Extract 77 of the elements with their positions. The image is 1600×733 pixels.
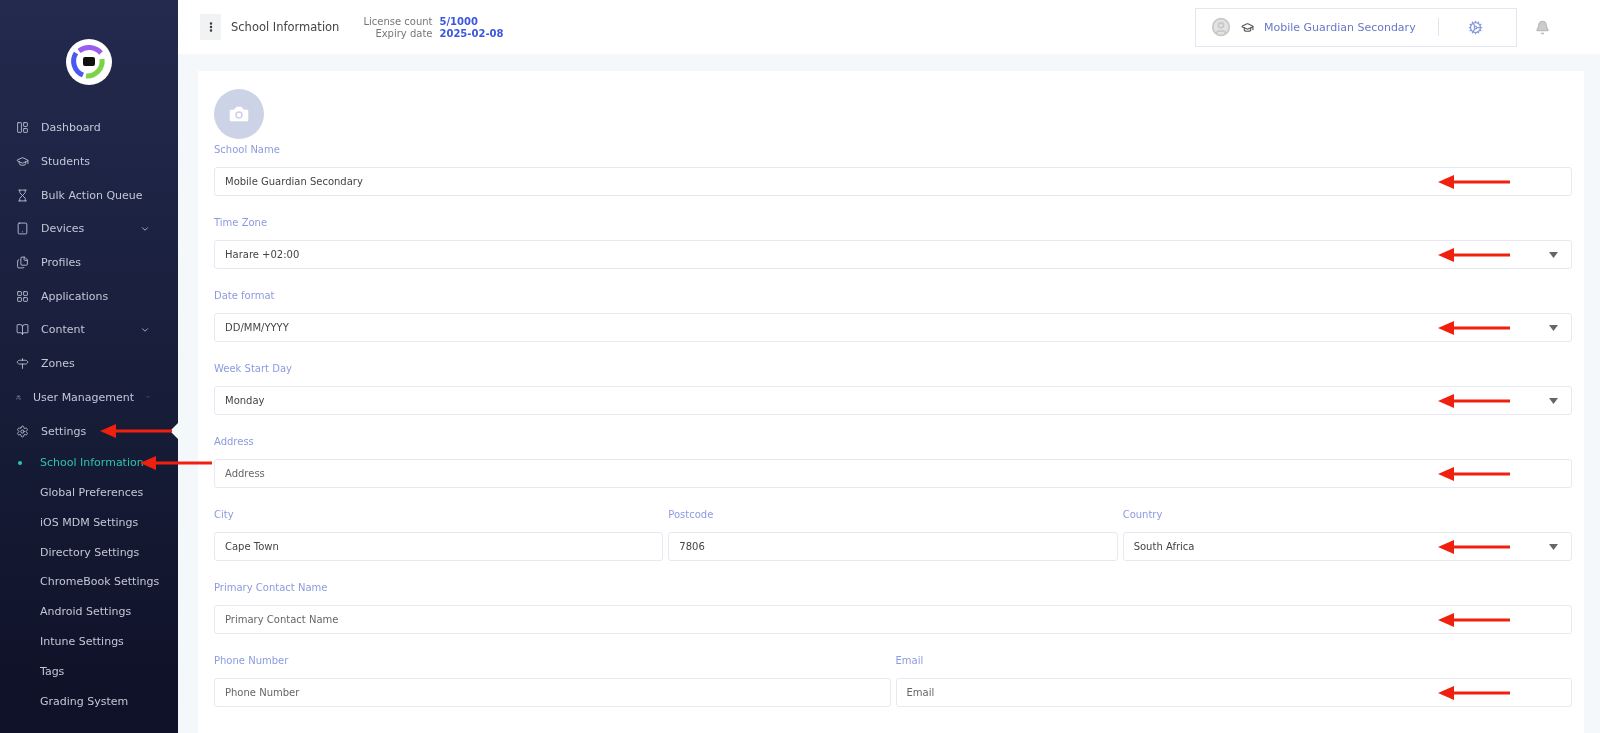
field-label: Primary Contact Name (214, 581, 329, 595)
sidebar-subitem[interactable]: Tags (0, 656, 178, 687)
graduation-cap-icon (16, 155, 29, 169)
field-label: Date format (214, 289, 276, 303)
field-label: Postcode (668, 508, 715, 522)
hourglass-icon (16, 188, 29, 202)
input-field[interactable]: Email (895, 678, 1572, 707)
dropdown-caret-icon (1549, 251, 1558, 258)
input-field[interactable]: Cape Town (214, 532, 664, 561)
school-name: Mobile Guardian Secondary (1264, 20, 1416, 34)
license-value: 5/1000 (439, 15, 479, 27)
field-label: Week Start Day (214, 362, 293, 376)
field-label: City (214, 508, 235, 522)
license-label: License count (363, 15, 433, 27)
field-label: Address (214, 435, 255, 449)
menu-button[interactable] (200, 14, 221, 40)
arrow-annotation (1438, 540, 1510, 554)
school-switcher[interactable]: Mobile Guardian Secondary (1195, 7, 1517, 47)
field-label: Time Zone (214, 216, 269, 230)
active-dot-icon (18, 460, 22, 465)
page-title: School Information (231, 20, 340, 34)
arrow-annotation (1438, 248, 1510, 262)
layout-icon (16, 121, 29, 135)
arrow-annotation (1438, 394, 1510, 408)
tablet-icon (16, 222, 29, 236)
arrow-annotation (1438, 467, 1510, 481)
arrow-annotation (1438, 613, 1510, 627)
dropdown-caret-icon (1549, 324, 1558, 331)
input-field[interactable]: Mobile Guardian Secondary (214, 167, 1572, 196)
sidebar-item[interactable]: User Management (0, 380, 178, 415)
field-label: Country (1122, 508, 1164, 522)
signpost-icon (16, 357, 29, 371)
input-field[interactable]: Address (214, 459, 1572, 488)
sidebar-subitem[interactable]: Global Preferences (0, 477, 178, 508)
sidebar-subitem[interactable]: Android Settings (0, 596, 178, 627)
sidebar-item[interactable]: Profiles (0, 245, 178, 280)
documents-icon (16, 256, 29, 270)
select-field[interactable]: South Africa (1122, 532, 1572, 561)
arrow-annotation (1438, 321, 1510, 335)
dropdown-caret-icon (1549, 397, 1558, 404)
user-settings-icon[interactable] (1467, 19, 1483, 35)
sidebar-item[interactable]: Devices (0, 212, 178, 246)
dropdown-caret-icon (1549, 543, 1558, 550)
sidebar-subitem[interactable]: ChromeBook Settings (0, 567, 178, 597)
sidebar-subitem[interactable]: iOS MDM Settings (0, 507, 178, 538)
sidebar-subitem[interactable]: Directory Settings (0, 537, 178, 568)
sidebar-item[interactable]: Students (0, 144, 178, 179)
settings-icon (16, 424, 29, 438)
book-icon (16, 323, 29, 337)
sidebar-subitem[interactable]: Intune Settings (0, 626, 178, 657)
graduation-cap-icon (1241, 20, 1254, 34)
sidebar-item[interactable]: Zones (0, 346, 178, 381)
select-field[interactable]: DD/MM/YYYY (214, 313, 1572, 342)
select-field[interactable]: Monday (214, 386, 1572, 415)
input-field[interactable]: Phone Number (214, 678, 891, 707)
logo-icon (66, 39, 112, 85)
sidebar-subitem[interactable]: School Information (0, 447, 178, 478)
grid-icon (16, 289, 29, 303)
notification-bell-icon[interactable] (1535, 19, 1550, 35)
sidebar-item[interactable]: Applications (0, 279, 178, 314)
user-avatar-icon (1211, 17, 1231, 37)
select-field[interactable]: Harare +02:00 (214, 240, 1572, 269)
photo-upload-button[interactable] (214, 89, 264, 139)
expiry-value: 2025-02-08 (439, 27, 504, 39)
sidebar-item[interactable]: Content (0, 313, 178, 347)
arrow-annotation (100, 424, 172, 439)
field-label: Phone Number (214, 654, 290, 668)
arrow-annotation (1438, 175, 1510, 189)
expiry-label: Expiry date (374, 27, 433, 39)
field-label: School Name (214, 143, 281, 157)
sidebar-item[interactable]: Bulk Action Queue (0, 178, 178, 213)
arrow-annotation (1438, 686, 1510, 700)
input-field[interactable]: Primary Contact Name (214, 605, 1572, 634)
field-label: Email (895, 654, 925, 668)
sidebar-subitem[interactable]: Grading System (0, 686, 178, 717)
input-field[interactable]: 7806 (668, 532, 1118, 561)
sidebar-item[interactable]: Dashboard (0, 111, 178, 145)
